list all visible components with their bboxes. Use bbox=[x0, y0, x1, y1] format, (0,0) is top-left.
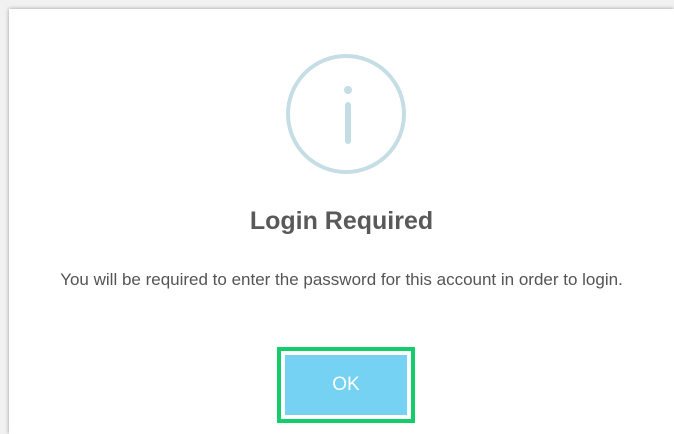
info-icon-dot bbox=[344, 86, 352, 94]
dialog-message: You will be required to enter the passwo… bbox=[60, 270, 623, 289]
dialog-title: Login Required bbox=[249, 207, 434, 235]
login-required-dialog: Login Required You will be required to e… bbox=[9, 9, 674, 434]
ok-button-highlight: OK bbox=[277, 347, 415, 423]
info-icon-bar bbox=[345, 102, 351, 144]
ok-button[interactable]: OK bbox=[285, 355, 407, 415]
info-circle-icon bbox=[286, 54, 406, 174]
